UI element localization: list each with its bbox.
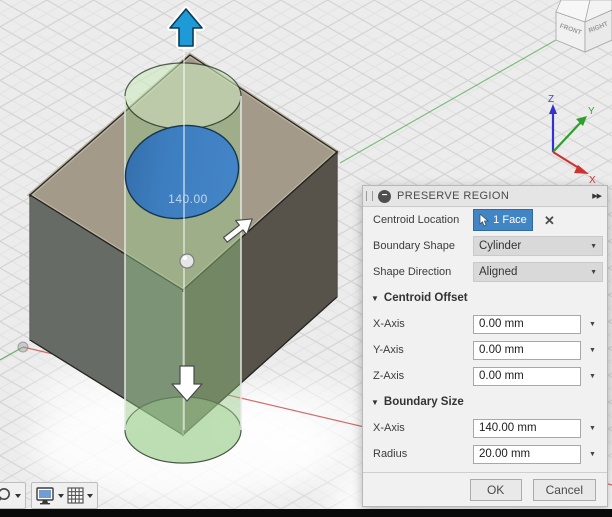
offset-y-spinner-icon[interactable]: ▼ — [589, 347, 596, 354]
dimension-label: 140.00 — [168, 192, 208, 206]
centroid-location-row: Centroid Location 1 Face ✕ — [363, 207, 607, 233]
offset-x-label: X-Axis — [373, 318, 405, 330]
clear-selection-icon[interactable]: ✕ — [544, 214, 555, 227]
zoom-tool-group[interactable] — [0, 482, 26, 509]
origin-point[interactable] — [17, 341, 29, 353]
dialog-title: PRESERVE REGION — [397, 190, 510, 202]
triad-y-label: Y — [588, 106, 595, 117]
center-point-manipulator[interactable] — [179, 253, 195, 269]
boundary-size-section-header[interactable]: ▼ Boundary Size — [363, 389, 607, 415]
size-x-input[interactable]: 140.00 mm — [473, 418, 581, 438]
navigation-toolbar — [0, 482, 98, 509]
boundary-shape-label: Boundary Shape — [373, 240, 455, 252]
dropdown-arrow-icon: ▼ — [590, 268, 597, 276]
centroid-offset-title: Centroid Offset — [383, 292, 468, 304]
size-x-row: X-Axis 140.00 mm ▼ — [363, 415, 607, 441]
radius-input[interactable]: 20.00 mm — [473, 444, 581, 464]
radius-label: Radius — [373, 448, 408, 460]
boundary-shape-value: Cylinder — [479, 240, 522, 252]
display-settings-group — [31, 482, 98, 509]
cylinder-top-face[interactable] — [124, 62, 242, 130]
section-collapse-icon: ▼ — [371, 397, 379, 407]
bottom-black-bar — [0, 509, 612, 517]
dropdown-arrow-icon: ▼ — [590, 242, 597, 250]
cancel-button[interactable]: Cancel — [532, 479, 596, 501]
grid-and-snaps-icon — [67, 487, 84, 504]
display-settings-icon — [36, 486, 54, 504]
dropdown-arrow-icon — [58, 493, 64, 498]
cursor-icon — [479, 213, 490, 227]
offset-z-row: Z-Axis 0.00 mm ▼ — [363, 363, 607, 389]
offset-z-label: Z-Axis — [373, 370, 405, 382]
preserve-region-dialog: − PRESERVE REGION ▶▶ Centroid Location 1… — [362, 185, 608, 507]
section-collapse-icon: ▼ — [371, 293, 379, 303]
radius-spinner-icon[interactable]: ▼ — [589, 451, 596, 458]
dialog-footer: OK Cancel — [363, 472, 607, 507]
display-settings-button[interactable] — [35, 486, 65, 505]
offset-y-input[interactable]: 0.00 mm — [473, 340, 581, 360]
shape-direction-value: Aligned — [479, 266, 518, 278]
boundary-shape-row: Boundary Shape Cylinder ▼ — [363, 233, 607, 259]
offset-z-input[interactable]: 0.00 mm — [473, 366, 581, 386]
radius-row: Radius 20.00 mm ▼ — [363, 441, 607, 467]
dialog-header[interactable]: − PRESERVE REGION ▶▶ — [363, 186, 607, 207]
dropdown-arrow-icon[interactable] — [14, 493, 22, 499]
centroid-location-selection-button[interactable]: 1 Face — [473, 209, 533, 231]
shape-direction-row: Shape Direction Aligned ▼ — [363, 259, 607, 285]
offset-x-spinner-icon[interactable]: ▼ — [589, 321, 596, 328]
ok-button[interactable]: OK — [469, 479, 522, 501]
boundary-shape-select[interactable]: Cylinder ▼ — [473, 236, 603, 256]
shape-direction-select[interactable]: Aligned ▼ — [473, 262, 603, 282]
size-x-spinner-icon[interactable]: ▼ — [589, 425, 596, 432]
offset-x-input[interactable]: 0.00 mm — [473, 314, 581, 334]
collapse-dialog-icon[interactable]: − — [378, 189, 391, 203]
offset-y-label: Y-Axis — [373, 344, 404, 356]
triad-z-label: Z — [548, 94, 554, 105]
offset-x-row: X-Axis 0.00 mm ▼ — [363, 311, 607, 337]
dropdown-arrow-icon — [87, 493, 93, 498]
centroid-location-label: Centroid Location — [373, 214, 460, 226]
centroid-offset-section-header[interactable]: ▼ Centroid Offset — [363, 285, 607, 311]
shape-direction-label: Shape Direction — [373, 266, 452, 278]
selection-count-label: 1 Face — [493, 214, 527, 226]
drag-grip-icon[interactable] — [366, 191, 373, 201]
zoom-window-icon — [0, 488, 10, 501]
grid-settings-button[interactable] — [67, 487, 94, 504]
offset-z-spinner-icon[interactable]: ▼ — [589, 373, 596, 380]
size-x-label: X-Axis — [373, 422, 405, 434]
offset-y-row: Y-Axis 0.00 mm ▼ — [363, 337, 607, 363]
boundary-size-title: Boundary Size — [383, 396, 464, 408]
expand-dialog-icon[interactable]: ▶▶ — [592, 192, 602, 200]
